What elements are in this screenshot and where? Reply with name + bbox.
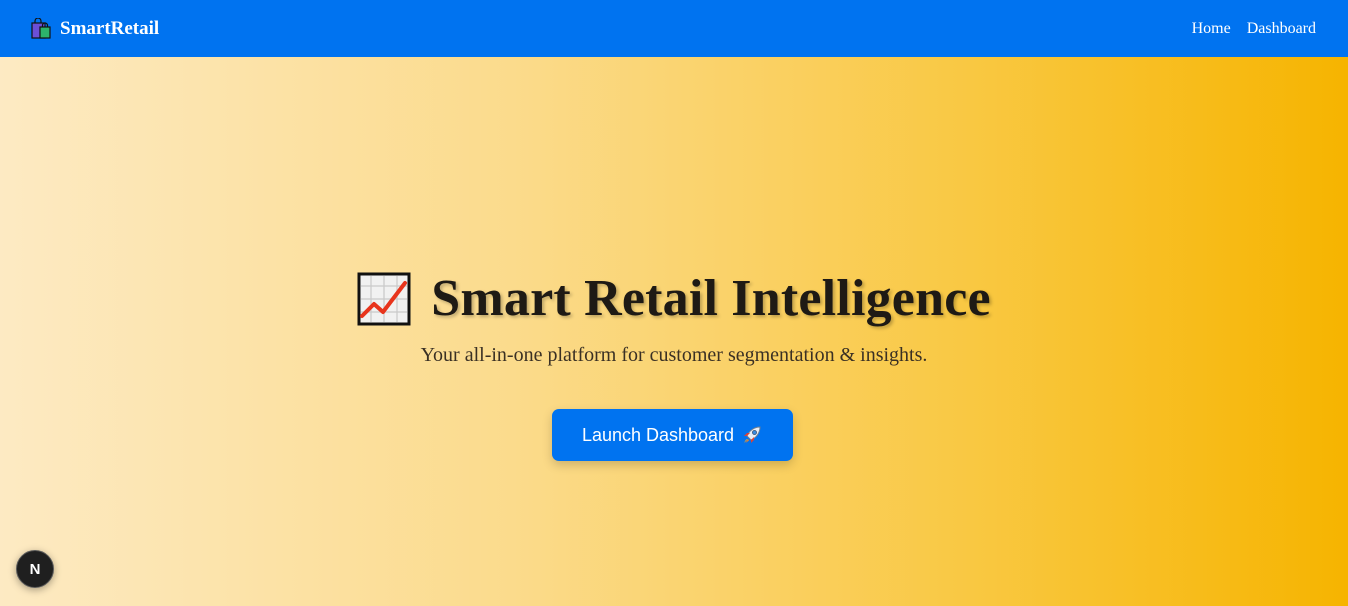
dev-badge-label: N xyxy=(29,560,41,578)
top-navbar: SmartRetail Home Dashboard xyxy=(0,0,1348,57)
launch-dashboard-button[interactable]: Launch Dashboard xyxy=(552,409,793,461)
shopping-bags-icon xyxy=(30,16,52,40)
hero-title-text: Smart Retail Intelligence xyxy=(431,270,991,327)
launch-dashboard-label: Launch Dashboard xyxy=(581,424,735,445)
hero-section: Smart Retail Intelligence Your all-in-on… xyxy=(0,57,1348,606)
nav-link-dashboard[interactable]: Dashboard xyxy=(1247,20,1316,38)
nav-links: Home Dashboard xyxy=(1176,20,1316,38)
chart-increasing-icon xyxy=(357,272,411,326)
rocket-icon xyxy=(741,424,763,446)
dev-tools-badge[interactable]: N xyxy=(16,550,54,588)
brand-name: SmartRetail xyxy=(60,17,160,39)
nav-link-home[interactable]: Home xyxy=(1192,20,1231,38)
brand-logo[interactable]: SmartRetail xyxy=(30,16,160,40)
hero-title: Smart Retail Intelligence xyxy=(0,269,1348,328)
hero-subtitle: Your all-in-one platform for customer se… xyxy=(420,344,928,366)
